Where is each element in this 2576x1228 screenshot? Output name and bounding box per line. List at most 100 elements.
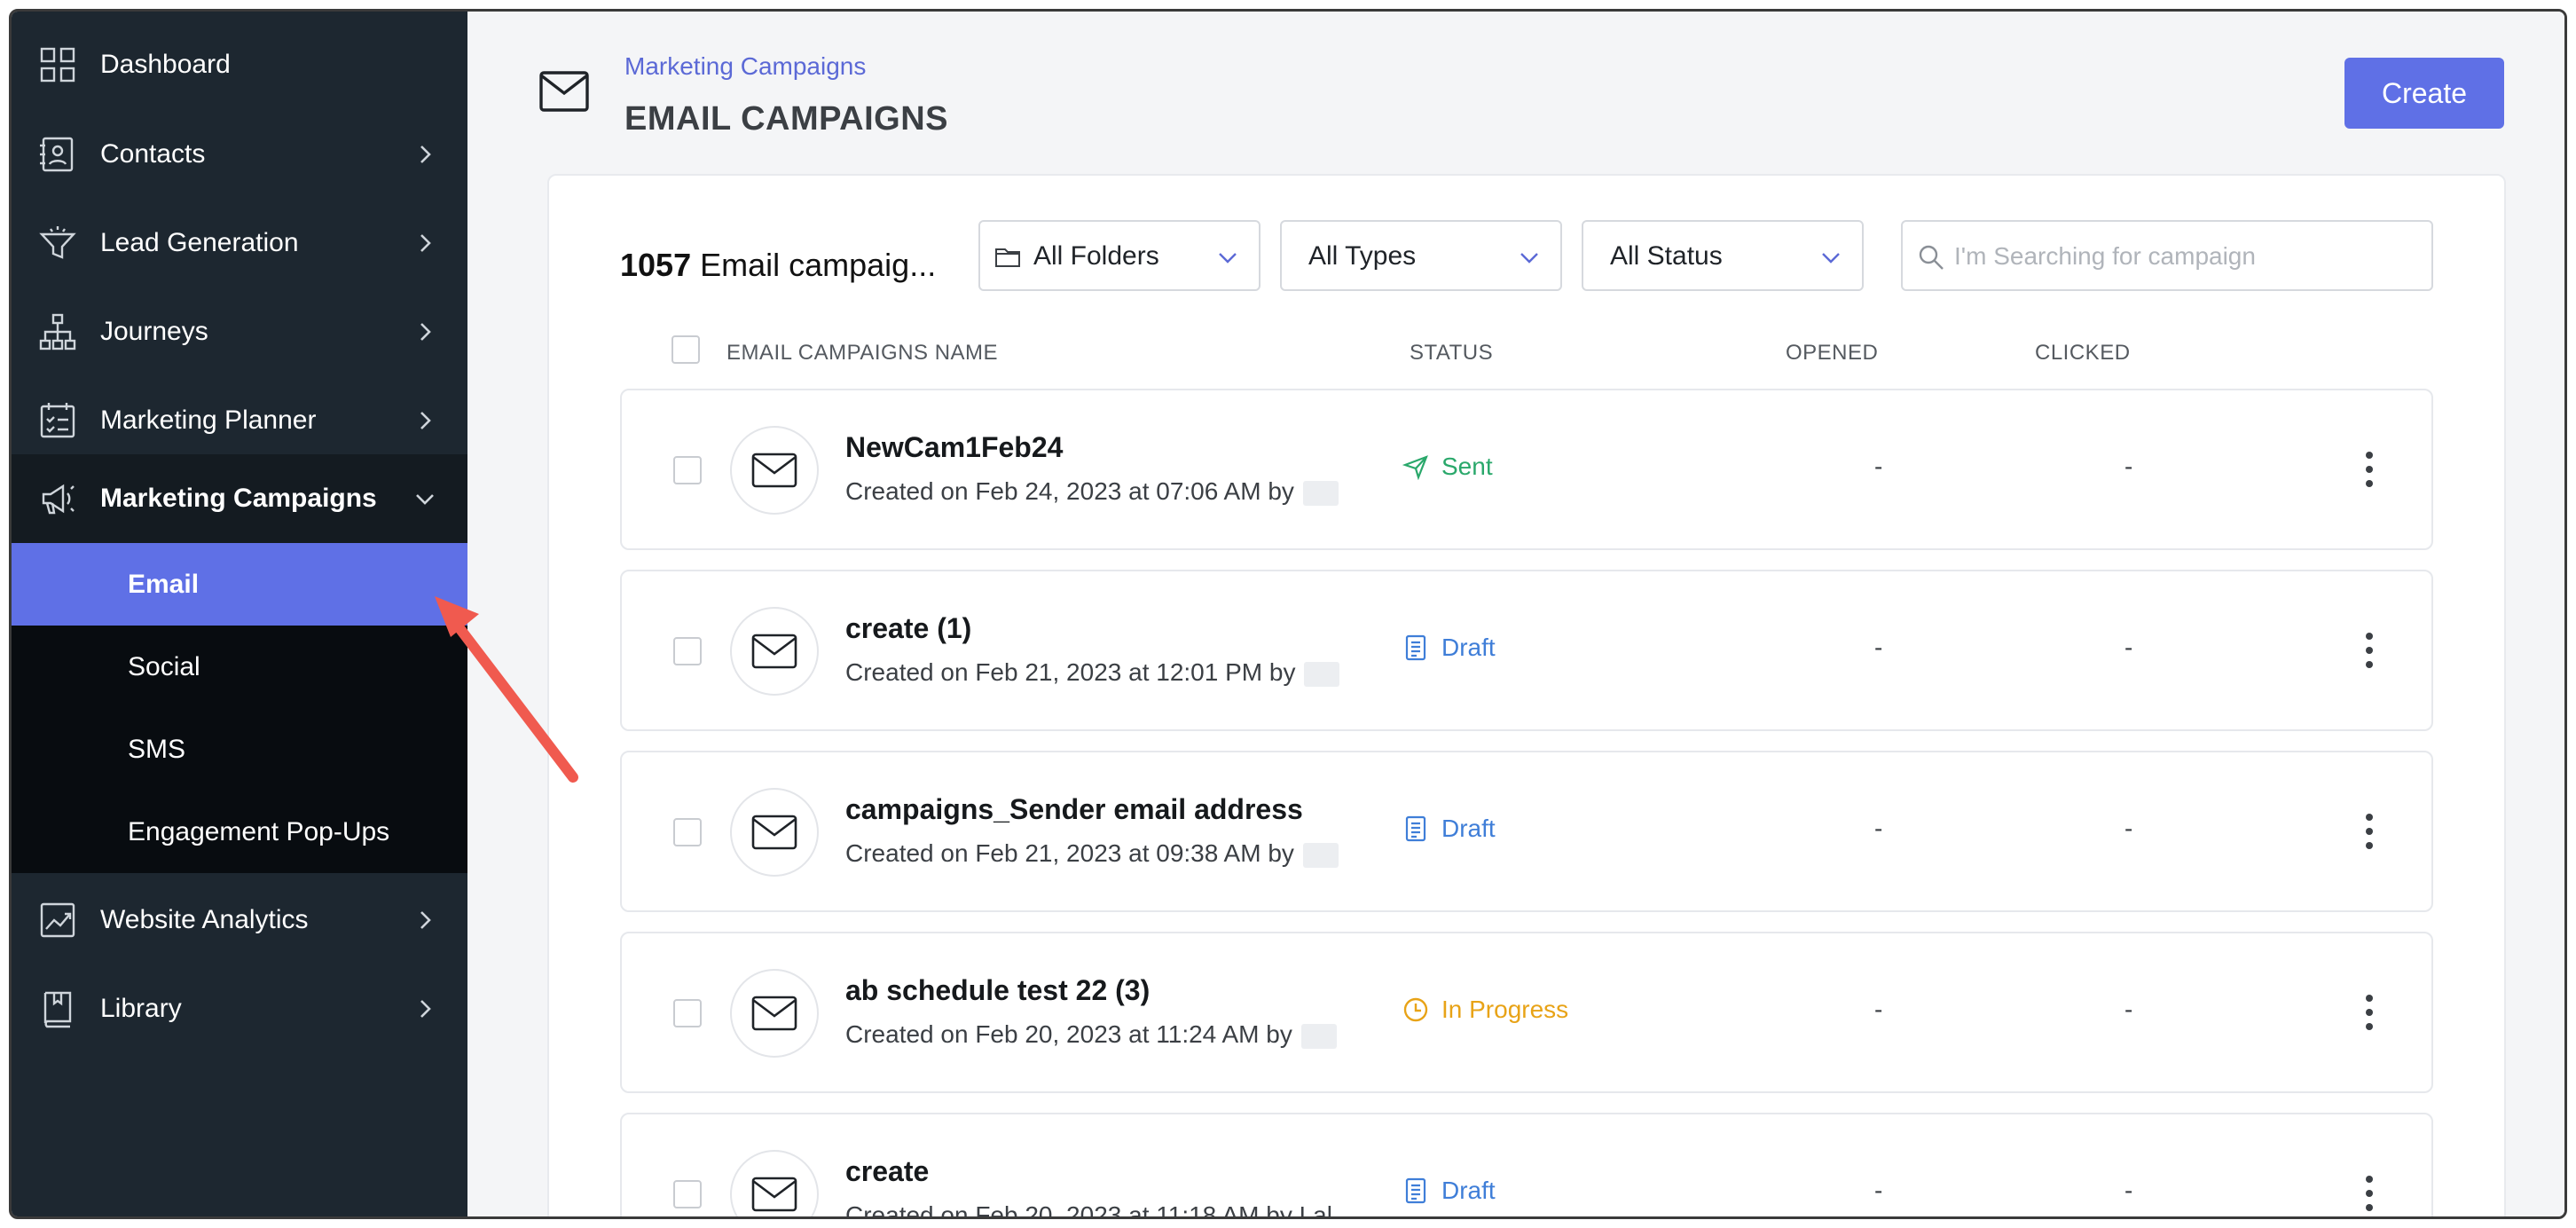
campaign-name[interactable]: create (1): [845, 612, 971, 645]
status-badge: Draft: [1402, 815, 1496, 843]
sidebar-item-label: Marketing Planner: [100, 405, 317, 435]
submenu-item-label: Social: [128, 651, 200, 681]
select-all-checkbox[interactable]: [671, 335, 700, 364]
app-window: Dashboard Contacts Lead Generation Journ…: [9, 9, 2567, 1219]
submenu-item-label: Engagement Pop-Ups: [128, 816, 390, 846]
campaign-name[interactable]: ab schedule test 22 (3): [845, 974, 1150, 1007]
draft-document-icon: [1405, 815, 1426, 842]
sidebar-item-contacts[interactable]: Contacts: [12, 110, 467, 199]
more-options-icon[interactable]: [2360, 630, 2378, 671]
submenu-item-email[interactable]: Email: [12, 543, 467, 626]
search-input[interactable]: [1954, 234, 2415, 279]
status-filter-dropdown[interactable]: All Status: [1582, 220, 1864, 291]
chevron-right-icon: [420, 146, 431, 163]
submenu-item-engagement-popups[interactable]: Engagement Pop-Ups: [12, 791, 467, 873]
marketing-campaigns-submenu: Email Social SMS Engagement Pop-Ups: [12, 543, 467, 873]
chevron-right-icon: [420, 234, 431, 252]
chevron-right-icon: [420, 412, 431, 429]
redacted-author: [1302, 842, 1339, 868]
more-options-icon[interactable]: [2360, 1173, 2378, 1214]
opened-value: -: [1874, 1177, 1883, 1204]
campaign-meta: Created on Feb 21, 2023 at 09:38 AM by: [845, 839, 1339, 868]
clicked-value: -: [2124, 1177, 2133, 1204]
table-row[interactable]: NewCam1Feb24 Created on Feb 24, 2023 at …: [620, 389, 2433, 550]
sidebar-item-dashboard[interactable]: Dashboard: [12, 20, 467, 109]
sitemap-icon: [38, 312, 77, 351]
campaign-avatar: [730, 1150, 819, 1216]
page-title: EMAIL CAMPAIGNS: [624, 100, 948, 138]
sidebar: Dashboard Contacts Lead Generation Journ…: [12, 12, 467, 1216]
row-checkbox[interactable]: [673, 818, 702, 846]
envelope-icon: [751, 634, 797, 669]
opened-value: -: [1874, 815, 1883, 842]
submenu-item-sms[interactable]: SMS: [12, 708, 467, 791]
column-header-name[interactable]: EMAIL CAMPAIGNS NAME: [726, 341, 998, 366]
sidebar-item-label: Contacts: [100, 139, 206, 169]
table-row[interactable]: create Created on Feb 20, 2023 at 11:18 …: [620, 1113, 2433, 1216]
chevron-down-icon: [1822, 253, 1840, 264]
type-filter-value: All Types: [1308, 241, 1417, 271]
more-options-icon[interactable]: [2360, 449, 2378, 490]
row-checkbox[interactable]: [673, 637, 702, 665]
sidebar-item-marketing-campaigns[interactable]: Marketing Campaigns: [12, 454, 467, 543]
envelope-icon: [751, 1177, 797, 1212]
row-checkbox[interactable]: [673, 1180, 702, 1208]
envelope-icon: [751, 453, 797, 488]
breadcrumb[interactable]: Marketing Campaigns: [624, 52, 866, 81]
more-options-icon[interactable]: [2360, 811, 2378, 852]
chevron-down-icon: [1520, 253, 1538, 264]
draft-document-icon: [1405, 634, 1426, 661]
sidebar-item-label: Journeys: [100, 317, 208, 346]
main-content: Marketing Campaigns EMAIL CAMPAIGNS Crea…: [467, 12, 2564, 1216]
opened-value: -: [1874, 453, 1883, 480]
folder-filter-dropdown[interactable]: All Folders: [978, 220, 1261, 291]
redacted-author: [1300, 1023, 1337, 1049]
type-filter-dropdown[interactable]: All Types: [1280, 220, 1562, 291]
status-badge: Draft: [1402, 1177, 1496, 1205]
sidebar-item-journeys[interactable]: Journeys: [12, 287, 467, 376]
funnel-icon: [38, 224, 77, 263]
sidebar-item-lead-generation[interactable]: Lead Generation: [12, 199, 467, 287]
create-button[interactable]: Create: [2344, 58, 2504, 129]
campaign-name[interactable]: NewCam1Feb24: [845, 431, 1063, 464]
sidebar-item-library[interactable]: Library: [12, 964, 467, 1053]
chevron-right-icon: [420, 911, 431, 929]
campaign-search: [1901, 220, 2433, 291]
opened-value: -: [1874, 634, 1883, 661]
folder-filter-value: All Folders: [1033, 241, 1159, 271]
table-row[interactable]: ab schedule test 22 (3) Created on Feb 2…: [620, 932, 2433, 1093]
campaign-name[interactable]: campaigns_Sender email address: [845, 793, 1303, 826]
column-header-opened[interactable]: OPENED: [1786, 341, 1878, 366]
campaign-name[interactable]: create: [845, 1155, 929, 1188]
campaigns-card: 1057 Email campaig... All Folders All Ty…: [547, 174, 2506, 1216]
campaign-avatar: [730, 969, 819, 1058]
column-header-status[interactable]: STATUS: [1410, 341, 1493, 366]
sidebar-item-label: Website Analytics: [100, 905, 309, 934]
more-options-icon[interactable]: [2360, 992, 2378, 1033]
row-checkbox[interactable]: [673, 456, 702, 484]
submenu-item-social[interactable]: Social: [12, 626, 467, 708]
draft-document-icon: [1405, 1177, 1426, 1204]
clicked-value: -: [2124, 453, 2133, 480]
clicked-value: -: [2124, 634, 2133, 661]
campaign-avatar: [730, 788, 819, 877]
row-checkbox[interactable]: [673, 999, 702, 1027]
checklist-calendar-icon: [38, 401, 77, 440]
chevron-right-icon: [420, 323, 431, 341]
sidebar-item-marketing-planner[interactable]: Marketing Planner: [12, 376, 467, 465]
table-row[interactable]: create (1) Created on Feb 21, 2023 at 12…: [620, 570, 2433, 731]
campaign-meta: Created on Feb 24, 2023 at 07:06 AM by: [845, 477, 1339, 506]
folder-icon: [995, 248, 1020, 267]
chevron-right-icon: [420, 1000, 431, 1018]
sidebar-item-website-analytics[interactable]: Website Analytics: [12, 876, 467, 964]
paper-plane-icon: [1402, 455, 1428, 480]
sidebar-item-label: Marketing Campaigns: [100, 484, 377, 513]
envelope-icon: [539, 71, 589, 112]
table-row[interactable]: campaigns_Sender email address Created o…: [620, 751, 2433, 912]
megaphone-icon: [38, 479, 77, 518]
campaign-avatar: [730, 607, 819, 696]
campaign-count-number: 1057: [620, 247, 692, 283]
column-header-clicked[interactable]: CLICKED: [2035, 341, 2131, 366]
redacted-author: [1302, 480, 1339, 506]
submenu-item-label: Email: [128, 569, 200, 599]
